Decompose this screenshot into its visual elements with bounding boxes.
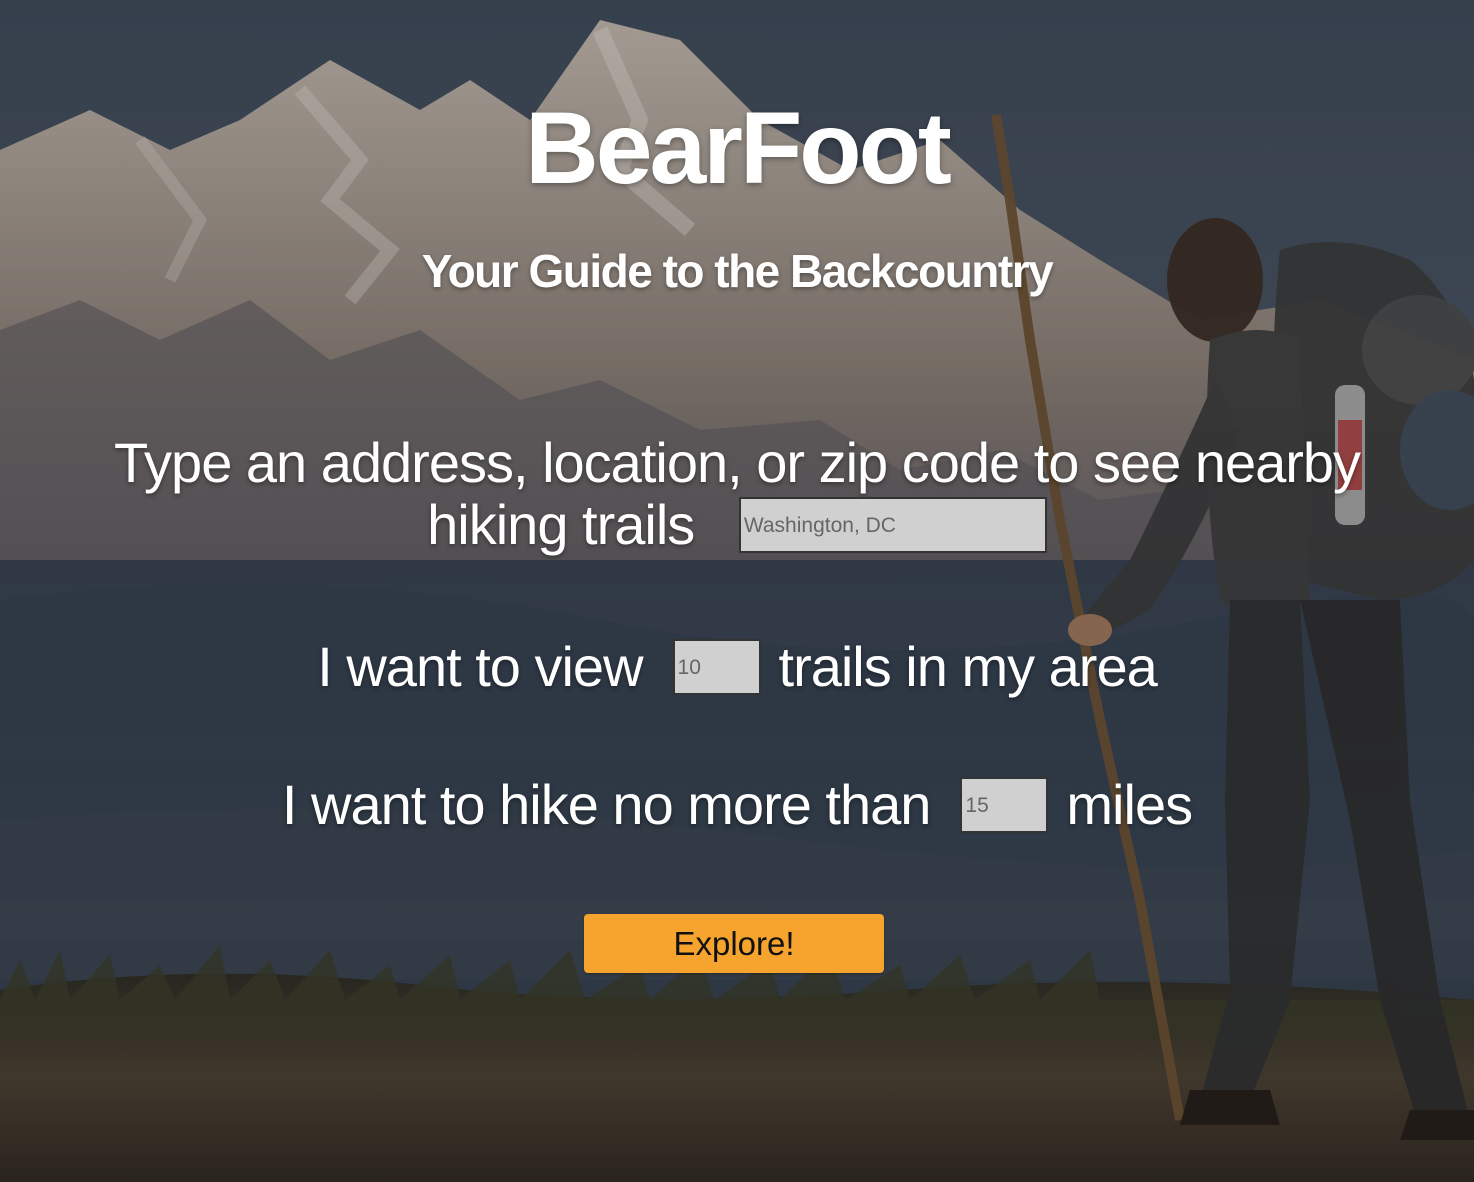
trail-count-row: I want to view trails in my area bbox=[0, 636, 1474, 699]
trail-count-prompt-after: trails in my area bbox=[778, 635, 1158, 698]
site-title: BearFoot bbox=[525, 91, 952, 205]
location-prompt: Type an address, location, or zip code t… bbox=[113, 431, 1361, 556]
distance-prompt-before: I want to hike no more than bbox=[281, 773, 931, 836]
max-distance-input[interactable] bbox=[960, 777, 1049, 834]
distance-row: I want to hike no more than miles bbox=[0, 774, 1474, 837]
location-row: Type an address, location, or zip code t… bbox=[0, 432, 1474, 557]
trail-count-input[interactable] bbox=[672, 639, 761, 696]
distance-prompt-after: miles bbox=[1066, 773, 1193, 836]
site-tagline: Your Guide to the Backcountry bbox=[421, 245, 1054, 297]
location-input[interactable] bbox=[738, 497, 1047, 554]
landing-hero: BearFoot Your Guide to the Backcountry T… bbox=[0, 0, 1474, 1182]
explore-button[interactable]: Explore! bbox=[584, 914, 884, 973]
trail-count-prompt-before: I want to view bbox=[317, 635, 643, 698]
